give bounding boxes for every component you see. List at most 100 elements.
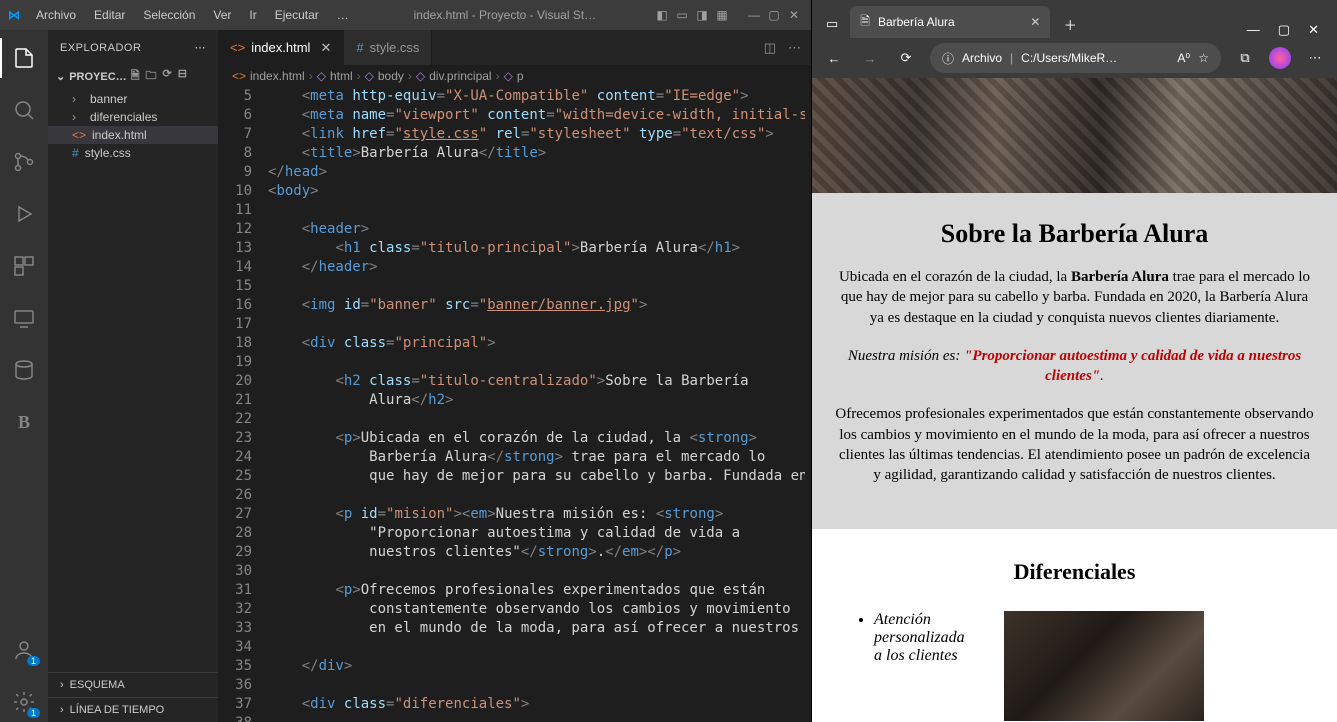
file-item[interactable]: ›banner xyxy=(48,90,218,108)
close-icon[interactable]: ✕ xyxy=(1308,22,1319,38)
banner-image xyxy=(812,78,1337,193)
new-tab-button[interactable]: ＋ xyxy=(1056,10,1084,38)
tab-actions-icon[interactable]: ▭ xyxy=(820,16,844,38)
new-file-icon[interactable]: 🗎 xyxy=(131,67,140,86)
bold-icon[interactable]: B xyxy=(0,402,48,442)
source-control-icon[interactable] xyxy=(0,142,48,182)
breadcrumb-item[interactable]: index.html xyxy=(250,69,305,83)
more-icon[interactable]: ⋯ xyxy=(195,41,207,54)
line-gutter: 5678910111213141516171819202122232425262… xyxy=(218,87,268,722)
code-editor[interactable]: 5678910111213141516171819202122232425262… xyxy=(218,87,811,722)
outline-section[interactable]: › ESQUEMA xyxy=(48,672,218,697)
file-tree: ›banner›diferenciales<>index.html#style.… xyxy=(48,88,218,164)
profile-icon[interactable] xyxy=(1269,47,1291,69)
reader-icon[interactable]: A⁰ xyxy=(1177,51,1190,65)
breadcrumb-item[interactable]: body xyxy=(378,69,404,83)
menu-item[interactable]: Ver xyxy=(205,4,239,26)
database-icon[interactable] xyxy=(0,350,48,390)
maximize-icon[interactable]: ▢ xyxy=(1278,22,1290,38)
refresh-icon[interactable]: ⟳ xyxy=(163,67,172,86)
maximize-icon[interactable]: ▢ xyxy=(765,6,783,24)
addr-scheme: Archivo xyxy=(962,51,1002,65)
menu-item[interactable]: Selección xyxy=(135,4,203,26)
address-bar[interactable]: ⓘ Archivo | C:/Users/MikeR… A⁰ ☆ xyxy=(930,43,1221,73)
file-label: style.css xyxy=(85,146,131,160)
layout-icon[interactable]: ▦ xyxy=(713,6,731,24)
file-item[interactable]: #style.css xyxy=(48,144,218,162)
search-icon[interactable] xyxy=(0,90,48,130)
outline-label: ESQUEMA xyxy=(70,679,125,691)
dif-image xyxy=(1004,611,1204,721)
window-controls: — ▢ ✕ xyxy=(745,6,803,24)
collapse-icon[interactable]: ⊟ xyxy=(178,67,187,86)
breadcrumb-item[interactable]: div.principal xyxy=(429,69,491,83)
menu-item[interactable]: Archivo xyxy=(28,4,84,26)
refresh-button[interactable]: ⟳ xyxy=(894,46,918,70)
editor-tab[interactable]: <> index.html ✕ xyxy=(218,30,344,65)
site-info-icon[interactable]: ⓘ xyxy=(942,50,954,67)
menu-item[interactable]: Ejecutar xyxy=(267,4,327,26)
more-icon[interactable]: ⋯ xyxy=(788,40,801,56)
chevron-right-icon: › xyxy=(60,679,64,691)
new-folder-icon[interactable]: 🗀 xyxy=(146,67,157,86)
mision-paragraph: Nuestra misión es: "Proporcionar autoest… xyxy=(834,346,1315,387)
project-header[interactable]: ⌄ PROYEC… 🗎 🗀 ⟳ ⊟ xyxy=(48,65,218,88)
chevron-down-icon: ⌄ xyxy=(56,70,65,83)
explorer-sidebar: EXPLORADOR⋯ ⌄ PROYEC… 🗎 🗀 ⟳ ⊟ ›banner›di… xyxy=(48,30,218,722)
file-item[interactable]: <>index.html xyxy=(48,126,218,144)
timeline-label: LÍNEA DE TIEMPO xyxy=(70,704,165,716)
menu-item[interactable]: Ir xyxy=(241,4,264,26)
browser-tabs: ▭ 🗎 Barbería Alura ✕ ＋ — ▢ ✕ xyxy=(812,0,1337,38)
timeline-section[interactable]: ›LÍNEA DE TIEMPO xyxy=(48,697,218,722)
file-item[interactable]: ›diferenciales xyxy=(48,108,218,126)
collections-icon[interactable]: ⧉ xyxy=(1233,46,1257,70)
breadcrumb-item[interactable]: html xyxy=(330,69,353,83)
panel-right-icon[interactable]: ◨ xyxy=(693,6,711,24)
about-paragraph: Ofrecemos profesionales experimentados q… xyxy=(834,404,1315,485)
browser-tab[interactable]: 🗎 Barbería Alura ✕ xyxy=(850,6,1050,38)
close-tab-icon[interactable]: ✕ xyxy=(320,40,331,56)
split-editor-icon[interactable]: ◫ xyxy=(764,40,776,56)
minimize-icon[interactable]: — xyxy=(1247,22,1260,38)
code-lines[interactable]: <meta http-equiv="X-UA-Compatible" conte… xyxy=(268,87,805,722)
chevron-right-icon: › xyxy=(72,92,84,106)
breadcrumb-separator: › xyxy=(309,69,313,83)
extensions-icon[interactable] xyxy=(0,246,48,286)
editor-tab[interactable]: #style.css xyxy=(344,30,432,65)
symbol-icon: ◇ xyxy=(504,69,513,83)
menu-icon[interactable]: ⋯ xyxy=(1303,46,1327,70)
intro-paragraph: Ubicada en el corazón de la ciudad, la B… xyxy=(834,267,1315,328)
file-label: diferenciales xyxy=(90,110,157,124)
tab-label: index.html xyxy=(251,40,310,55)
rendered-page[interactable]: Sobre la Barbería Alura Ubicada en el co… xyxy=(812,78,1337,722)
panel-left-icon[interactable]: ◧ xyxy=(653,6,671,24)
section-title: Sobre la Barbería Alura xyxy=(834,219,1315,249)
forward-button[interactable]: → xyxy=(858,46,882,70)
settings-icon[interactable]: 1 xyxy=(0,682,48,722)
accounts-icon[interactable]: 1 xyxy=(0,630,48,670)
minimize-icon[interactable]: — xyxy=(745,6,763,24)
breadcrumbs[interactable]: <> index.html›◇ html›◇ body›◇ div.princi… xyxy=(218,65,811,87)
breadcrumb-separator: › xyxy=(496,69,500,83)
edge-browser: ▭ 🗎 Barbería Alura ✕ ＋ — ▢ ✕ ← → ⟳ ⓘ Arc… xyxy=(811,0,1337,722)
layout-controls: ◧ ▭ ◨ ▦ xyxy=(653,6,731,24)
tab-label: style.css xyxy=(370,40,420,55)
html-file-icon: <> xyxy=(230,40,245,55)
explorer-icon[interactable] xyxy=(0,38,48,78)
list-item: Atención personalizada a los clientes xyxy=(874,611,974,665)
panel-bottom-icon[interactable]: ▭ xyxy=(673,6,691,24)
close-icon[interactable]: ✕ xyxy=(785,6,803,24)
activity-bar: B 1 1 xyxy=(0,30,48,722)
menu-item[interactable]: … xyxy=(329,4,357,26)
explorer-title: EXPLORADOR xyxy=(60,42,141,54)
close-tab-icon[interactable]: ✕ xyxy=(1030,15,1040,29)
dif-list: Atención personalizada a los clientes xyxy=(834,611,974,665)
back-button[interactable]: ← xyxy=(822,46,846,70)
project-name: PROYEC… xyxy=(69,71,126,83)
run-debug-icon[interactable] xyxy=(0,194,48,234)
breadcrumb-item[interactable]: p xyxy=(517,69,524,83)
remote-icon[interactable] xyxy=(0,298,48,338)
browser-toolbar: ← → ⟳ ⓘ Archivo | C:/Users/MikeR… A⁰ ☆ ⧉… xyxy=(812,38,1337,78)
favorite-icon[interactable]: ☆ xyxy=(1198,51,1209,65)
menu-item[interactable]: Editar xyxy=(86,4,133,26)
